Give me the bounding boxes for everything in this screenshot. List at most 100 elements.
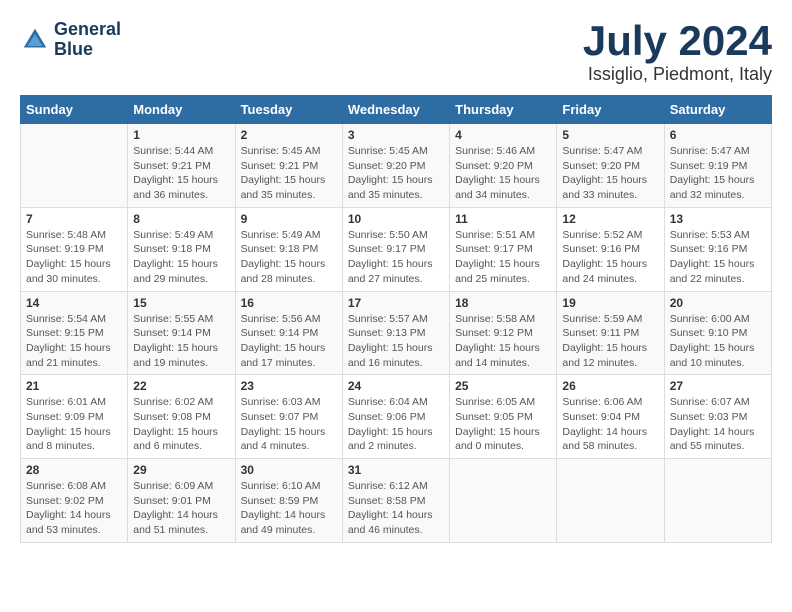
day-number: 13 (670, 212, 766, 226)
day-cell: 23Sunrise: 6:03 AMSunset: 9:07 PMDayligh… (235, 375, 342, 459)
day-cell: 21Sunrise: 6:01 AMSunset: 9:09 PMDayligh… (21, 375, 128, 459)
day-info: Sunrise: 6:01 AMSunset: 9:09 PMDaylight:… (26, 395, 122, 454)
day-cell: 10Sunrise: 5:50 AMSunset: 9:17 PMDayligh… (342, 207, 449, 291)
day-number: 7 (26, 212, 122, 226)
day-cell: 17Sunrise: 5:57 AMSunset: 9:13 PMDayligh… (342, 291, 449, 375)
day-cell: 22Sunrise: 6:02 AMSunset: 9:08 PMDayligh… (128, 375, 235, 459)
day-cell: 18Sunrise: 5:58 AMSunset: 9:12 PMDayligh… (450, 291, 557, 375)
day-info: Sunrise: 5:44 AMSunset: 9:21 PMDaylight:… (133, 144, 229, 203)
day-cell: 25Sunrise: 6:05 AMSunset: 9:05 PMDayligh… (450, 375, 557, 459)
day-info: Sunrise: 6:02 AMSunset: 9:08 PMDaylight:… (133, 395, 229, 454)
day-number: 16 (241, 296, 337, 310)
day-info: Sunrise: 6:07 AMSunset: 9:03 PMDaylight:… (670, 395, 766, 454)
day-cell: 30 Sunrise: 6:10 AMSunset: 8:59 PMDayligh… (235, 459, 342, 543)
day-number: 23 (241, 379, 337, 393)
calendar-table: SundayMondayTuesdayWednesdayThursdayFrid… (20, 95, 772, 543)
day-cell: 14 Sunrise: 5:54 AMSunset: 9:15 PMDayligh… (21, 291, 128, 375)
day-cell: 19Sunrise: 5:59 AMSunset: 9:11 PMDayligh… (557, 291, 664, 375)
day-cell: 7 Sunrise: 5:48 AMSunset: 9:19 PMDaylight… (21, 207, 128, 291)
day-number: 17 (348, 296, 444, 310)
header-monday: Monday (128, 96, 235, 124)
day-number: 9 (241, 212, 337, 226)
day-cell: 4 Sunrise: 5:46 AMSunset: 9:20 PMDaylight… (450, 124, 557, 208)
day-number: 5 (562, 128, 658, 142)
day-info: Sunrise: 5:50 AMSunset: 9:17 PMDaylight:… (348, 228, 444, 287)
day-info: Sunrise: 6:06 AMSunset: 9:04 PMDaylight:… (562, 395, 658, 454)
day-number: 30 (241, 463, 337, 477)
header-saturday: Saturday (664, 96, 771, 124)
day-info: Sunrise: 6:12 AMSunset: 8:58 PMDaylight:… (348, 479, 444, 538)
day-info: Sunrise: 5:52 AMSunset: 9:16 PMDaylight:… (562, 228, 658, 287)
day-info: Sunrise: 6:09 AMSunset: 9:01 PMDaylight:… (133, 479, 229, 538)
day-number: 24 (348, 379, 444, 393)
logo-text: General Blue (54, 20, 121, 60)
day-info: Sunrise: 5:45 AMSunset: 9:20 PMDaylight:… (348, 144, 444, 203)
day-info: Sunrise: 5:47 AMSunset: 9:19 PMDaylight:… (670, 144, 766, 203)
day-info: Sunrise: 5:48 AMSunset: 9:19 PMDaylight:… (26, 228, 122, 287)
day-cell (664, 459, 771, 543)
day-info: Sunrise: 6:08 AMSunset: 9:02 PMDaylight:… (26, 479, 122, 538)
day-number: 27 (670, 379, 766, 393)
day-cell: 28Sunrise: 6:08 AMSunset: 9:02 PMDayligh… (21, 459, 128, 543)
day-number: 2 (241, 128, 337, 142)
day-number: 25 (455, 379, 551, 393)
day-number: 1 (133, 128, 229, 142)
day-cell: 29 Sunrise: 6:09 AMSunset: 9:01 PMDayligh… (128, 459, 235, 543)
day-number: 12 (562, 212, 658, 226)
day-number: 11 (455, 212, 551, 226)
day-cell: 2 Sunrise: 5:45 AMSunset: 9:21 PMDaylight… (235, 124, 342, 208)
day-number: 8 (133, 212, 229, 226)
day-number: 29 (133, 463, 229, 477)
week-row-2: 7 Sunrise: 5:48 AMSunset: 9:19 PMDaylight… (21, 207, 772, 291)
day-info: Sunrise: 5:56 AMSunset: 9:14 PMDaylight:… (241, 312, 337, 371)
logo: General Blue (20, 20, 121, 60)
header-tuesday: Tuesday (235, 96, 342, 124)
day-info: Sunrise: 5:53 AMSunset: 9:16 PMDaylight:… (670, 228, 766, 287)
day-cell (450, 459, 557, 543)
day-number: 4 (455, 128, 551, 142)
day-cell: 27 Sunrise: 6:07 AMSunset: 9:03 PMDayligh… (664, 375, 771, 459)
day-cell: 5 Sunrise: 5:47 AMSunset: 9:20 PMDaylight… (557, 124, 664, 208)
day-cell: 9Sunrise: 5:49 AMSunset: 9:18 PMDaylight… (235, 207, 342, 291)
calendar-header-row: SundayMondayTuesdayWednesdayThursdayFrid… (21, 96, 772, 124)
day-info: Sunrise: 6:04 AMSunset: 9:06 PMDaylight:… (348, 395, 444, 454)
day-info: Sunrise: 5:46 AMSunset: 9:20 PMDaylight:… (455, 144, 551, 203)
day-info: Sunrise: 5:51 AMSunset: 9:17 PMDaylight:… (455, 228, 551, 287)
day-cell: 15 Sunrise: 5:55 AMSunset: 9:14 PMDayligh… (128, 291, 235, 375)
day-number: 3 (348, 128, 444, 142)
month-title: July 2024 (583, 20, 772, 62)
day-cell: 8 Sunrise: 5:49 AMSunset: 9:18 PMDaylight… (128, 207, 235, 291)
day-number: 31 (348, 463, 444, 477)
day-info: Sunrise: 6:00 AMSunset: 9:10 PMDaylight:… (670, 312, 766, 371)
day-info: Sunrise: 5:49 AMSunset: 9:18 PMDaylight:… (133, 228, 229, 287)
day-cell: 24 Sunrise: 6:04 AMSunset: 9:06 PMDayligh… (342, 375, 449, 459)
day-info: Sunrise: 5:45 AMSunset: 9:21 PMDaylight:… (241, 144, 337, 203)
day-number: 15 (133, 296, 229, 310)
day-number: 26 (562, 379, 658, 393)
day-info: Sunrise: 5:59 AMSunset: 9:11 PMDaylight:… (562, 312, 658, 371)
day-number: 6 (670, 128, 766, 142)
day-cell: 31 Sunrise: 6:12 AMSunset: 8:58 PMDayligh… (342, 459, 449, 543)
header-wednesday: Wednesday (342, 96, 449, 124)
day-cell: 16 Sunrise: 5:56 AMSunset: 9:14 PMDayligh… (235, 291, 342, 375)
page-header: General Blue July 2024 Issiglio, Piedmon… (20, 20, 772, 85)
week-row-1: 1 Sunrise: 5:44 AMSunset: 9:21 PMDaylight… (21, 124, 772, 208)
week-row-5: 28Sunrise: 6:08 AMSunset: 9:02 PMDayligh… (21, 459, 772, 543)
day-cell: 20 Sunrise: 6:00 AMSunset: 9:10 PMDayligh… (664, 291, 771, 375)
day-info: Sunrise: 5:54 AMSunset: 9:15 PMDaylight:… (26, 312, 122, 371)
day-cell: 6 Sunrise: 5:47 AMSunset: 9:19 PMDaylight… (664, 124, 771, 208)
day-cell: 13 Sunrise: 5:53 AMSunset: 9:16 PMDayligh… (664, 207, 771, 291)
day-cell (557, 459, 664, 543)
week-row-3: 14 Sunrise: 5:54 AMSunset: 9:15 PMDayligh… (21, 291, 772, 375)
day-number: 20 (670, 296, 766, 310)
day-info: Sunrise: 6:10 AMSunset: 8:59 PMDaylight:… (241, 479, 337, 538)
logo-icon (20, 25, 50, 55)
day-info: Sunrise: 5:55 AMSunset: 9:14 PMDaylight:… (133, 312, 229, 371)
day-number: 18 (455, 296, 551, 310)
day-info: Sunrise: 5:47 AMSunset: 9:20 PMDaylight:… (562, 144, 658, 203)
day-cell (21, 124, 128, 208)
day-cell: 1 Sunrise: 5:44 AMSunset: 9:21 PMDaylight… (128, 124, 235, 208)
day-cell: 12 Sunrise: 5:52 AMSunset: 9:16 PMDayligh… (557, 207, 664, 291)
day-number: 14 (26, 296, 122, 310)
week-row-4: 21Sunrise: 6:01 AMSunset: 9:09 PMDayligh… (21, 375, 772, 459)
